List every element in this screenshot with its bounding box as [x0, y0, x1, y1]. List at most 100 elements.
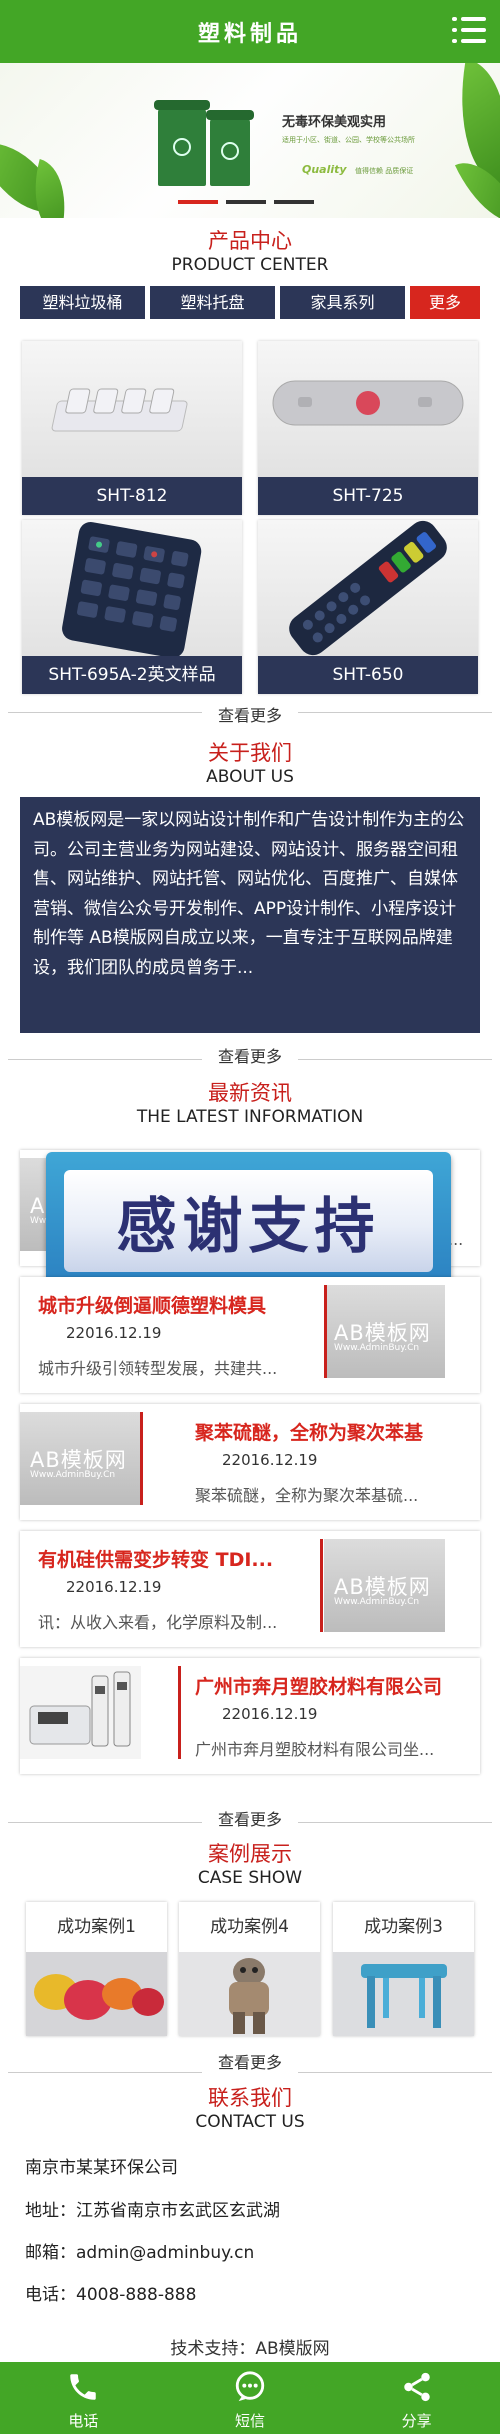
about-more-link[interactable]: 查看更多	[202, 1047, 298, 1067]
trash-bin-image	[154, 100, 210, 186]
contact-email[interactable]: 邮箱：admin@adminbuy.cn	[25, 2238, 254, 2263]
news-thumbnail: AB模板网 Www.AdminBuy.Cn	[324, 1539, 445, 1632]
news-date: 22016.12.19	[222, 1451, 318, 1469]
product-image	[22, 341, 242, 477]
section-title-en: CASE SHOW	[197, 1868, 303, 1888]
category-plastic-bin[interactable]: 塑料垃圾桶	[20, 286, 145, 319]
footer-label: 电话	[68, 2412, 99, 2430]
section-title-en: ABOUT US	[206, 767, 294, 787]
accent-bar	[140, 1412, 143, 1505]
category-plastic-pallet[interactable]: 塑料托盘	[150, 286, 275, 319]
section-title-cn: 联系我们	[208, 2086, 292, 2110]
news-item[interactable]: 有机硅供需变步转变 TDI... 22016.12.19 讯：从收入来看，化学原…	[20, 1531, 480, 1647]
product-image	[258, 520, 478, 656]
thanks-text: 感谢支持	[116, 1191, 381, 1262]
section-title-en: PRODUCT CENTER	[171, 255, 329, 275]
footer-share[interactable]: 分享	[333, 2362, 500, 2434]
case-image	[179, 1952, 320, 2036]
contact-company: 南京市某某环保公司	[25, 2158, 178, 2178]
banner-slider[interactable]: 无毒环保美观实用 适用于小区、街道、公园、学校等公共场所 Quality 值得信…	[0, 63, 500, 218]
news-desc: ...	[448, 1230, 464, 1249]
case-card[interactable]: 成功案例3	[333, 1902, 474, 2036]
contact-address: 地址：江苏省南京市玄武区玄武湖	[25, 2201, 280, 2221]
accent-bar	[178, 1666, 181, 1759]
case-name: 成功案例1	[57, 1917, 136, 1937]
news-date: 22016.12.19	[66, 1324, 162, 1342]
news-title: 聚苯硫醚，全称为聚次苯基	[195, 1422, 424, 1444]
section-title-cn: 案例展示	[208, 1842, 292, 1866]
section-title-en: THE LATEST INFORMATION	[136, 1107, 364, 1127]
news-thumbnail: AB模板网 Www.AdminBuy.Cn	[20, 1412, 141, 1505]
page-title: 塑料制品	[197, 21, 302, 47]
case-heading: 案例展示 CASE SHOW	[0, 1841, 500, 1889]
news-thumbnail: AB模板网 Www.AdminBuy.Cn	[324, 1285, 445, 1378]
product-card[interactable]: SHT-650	[258, 520, 478, 694]
slider-dot[interactable]	[274, 200, 314, 204]
footer-message[interactable]: 短信	[167, 2362, 334, 2434]
thanks-overlay-popup[interactable]: 感谢支持	[46, 1152, 451, 1295]
share-icon	[403, 2372, 430, 2402]
contact-heading: 联系我们 CONTACT US	[0, 2085, 500, 2133]
banner-subtext: 适用于小区、街道、公园、学校等公共场所	[282, 136, 415, 144]
case-name: 成功案例4	[210, 1917, 289, 1937]
case-image	[333, 1952, 474, 2036]
product-name: SHT-695A-2英文样品	[22, 656, 242, 694]
news-item[interactable]: 广州市奔月塑胶材料有限公司 22016.12.19 广州市奔月塑胶材料有限公司坐…	[20, 1658, 480, 1774]
case-card[interactable]: 成功案例1	[26, 1902, 167, 2036]
news-item[interactable]: 城市升级倒逼顺德塑料模具 22016.12.19 城市升级引领转型发展，共建共.…	[20, 1277, 480, 1393]
category-more-button[interactable]: 更多	[410, 286, 480, 319]
news-title: 广州市奔月塑胶材料有限公司	[195, 1676, 443, 1698]
cases-more-link[interactable]: 查看更多	[202, 2053, 298, 2073]
tech-support-text: 技术支持：AB模版网	[170, 2339, 330, 2359]
product-card[interactable]: SHT-725	[258, 341, 478, 515]
section-title-cn: 产品中心	[208, 229, 292, 253]
news-item[interactable]: AB模板网 Www.AdminBuy.Cn 聚苯硫醚，全称为聚次苯基 22016…	[20, 1404, 480, 1520]
watermark-url: Www.AdminBuy.Cn	[30, 1470, 116, 1480]
footer-label: 分享	[401, 2412, 432, 2430]
section-title-cn: 关于我们	[208, 741, 292, 765]
footer-phone[interactable]: 电话	[0, 2362, 167, 2434]
news-title: 城市升级倒逼顺德塑料模具	[38, 1295, 267, 1317]
product-card[interactable]: SHT-695A-2英文样品	[22, 520, 242, 694]
category-furniture[interactable]: 家具系列	[280, 286, 405, 319]
news-desc: 城市升级引领转型发展，共建共...	[38, 1359, 278, 1378]
product-card[interactable]: SHT-812	[22, 341, 242, 515]
banner-quality-sub: 值得信赖 品质保证	[355, 167, 414, 175]
news-more-link[interactable]: 查看更多	[202, 1810, 298, 1830]
news-title: 有机硅供需变步转变 TDI...	[38, 1549, 274, 1571]
banner-headline: 无毒环保美观实用	[282, 115, 387, 130]
slider-dot[interactable]	[178, 200, 218, 204]
news-thumbnail	[20, 1666, 141, 1759]
category-tabs: 塑料垃圾桶 塑料托盘 家具系列 更多	[20, 286, 480, 319]
product-name: SHT-650	[258, 656, 478, 694]
accent-bar	[320, 1539, 323, 1632]
slider-dot[interactable]	[226, 200, 266, 204]
about-text: AB模板网是一家以网站设计制作和广告设计制作为主的公司。公司主营业务为网站建设、…	[33, 810, 465, 978]
products-more-link[interactable]: 查看更多	[202, 706, 298, 726]
watermark-url: Www.AdminBuy.Cn	[334, 1343, 420, 1353]
news-heading: 最新资讯 THE LATEST INFORMATION	[0, 1080, 500, 1128]
case-card[interactable]: 成功案例4	[179, 1902, 320, 2036]
product-image	[22, 520, 242, 656]
footer-label: 短信	[235, 2412, 266, 2430]
slider-dots	[178, 200, 314, 204]
about-text-box: AB模板网是一家以网站设计制作和广告设计制作为主的公司。公司主营业务为网站建设、…	[20, 797, 480, 1033]
bottom-nav: 电话 短信 分享	[0, 2362, 500, 2434]
product-name: SHT-725	[258, 477, 478, 515]
product-image	[258, 341, 478, 477]
contact-phone[interactable]: 电话：4008-888-888	[25, 2280, 196, 2305]
banner-quality: Quality	[302, 163, 347, 176]
message-icon	[235, 2371, 265, 2402]
product-name: SHT-812	[22, 477, 242, 515]
news-desc: 广州市奔月塑胶材料有限公司坐...	[195, 1740, 435, 1759]
section-title-cn: 最新资讯	[208, 1081, 292, 1105]
news-date: 22016.12.19	[66, 1578, 162, 1596]
product-center-heading: 产品中心 PRODUCT CENTER	[0, 228, 500, 276]
top-header: 塑料制品	[0, 0, 500, 63]
case-image	[26, 1952, 167, 2036]
list-menu-icon[interactable]	[452, 15, 486, 45]
trash-bin-image	[206, 110, 254, 186]
accent-bar	[324, 1285, 327, 1378]
news-date: 22016.12.19	[222, 1705, 318, 1723]
about-heading: 关于我们 ABOUT US	[0, 740, 500, 788]
